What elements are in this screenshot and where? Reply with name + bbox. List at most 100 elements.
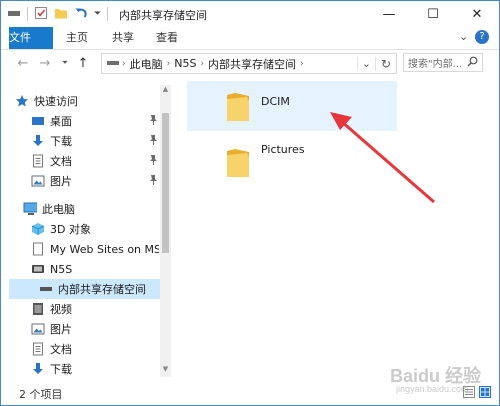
nav-label: 此电脑 bbox=[42, 203, 75, 216]
close-button[interactable]: ✕ bbox=[455, 1, 499, 27]
video-icon bbox=[31, 302, 45, 316]
scroll-up-icon[interactable]: ▲ bbox=[160, 85, 171, 97]
explorer-window: ⏷ 内部共享存储空间 — ☐ ✕ 文件 主页 共享 查看 ⌄ ? ← → ⏷ ↑… bbox=[0, 0, 500, 406]
download-icon bbox=[31, 134, 45, 148]
back-button[interactable]: ← bbox=[15, 54, 31, 72]
forward-button[interactable]: → bbox=[37, 54, 53, 72]
minimize-button[interactable]: — bbox=[367, 1, 411, 27]
refresh-icon[interactable]: ↻ bbox=[374, 56, 396, 71]
arrow-left-icon: ← bbox=[17, 55, 29, 71]
window-title: 内部共享存储空间 bbox=[119, 9, 207, 22]
pin-icon bbox=[148, 115, 157, 128]
nav-quick-access[interactable]: 快速访问 bbox=[15, 91, 171, 111]
phone-icon bbox=[31, 262, 45, 276]
item-count: 2 个项目 bbox=[19, 388, 63, 401]
download-icon bbox=[31, 362, 45, 376]
watermark-url: jingyan.baidu.com bbox=[396, 384, 469, 394]
search-icon bbox=[467, 56, 478, 70]
nav-label: 图片 bbox=[50, 323, 72, 336]
minimize-icon: — bbox=[382, 6, 396, 22]
arrow-right-icon: → bbox=[39, 55, 51, 71]
file-name: DCIM bbox=[261, 95, 290, 108]
file-list: DCIM Pictures bbox=[173, 77, 499, 377]
nav-scrollbar[interactable]: ▲ ▼ bbox=[160, 85, 171, 377]
file-item-dcim[interactable]: DCIM bbox=[187, 81, 397, 131]
desktop-icon bbox=[31, 114, 45, 128]
scroll-thumb[interactable] bbox=[162, 113, 169, 253]
nav-n5s[interactable]: N5S bbox=[31, 259, 159, 279]
nav-label: 文档 bbox=[50, 343, 72, 356]
folder-icon bbox=[225, 147, 251, 182]
picture-icon bbox=[31, 322, 45, 336]
address-row: ← → ⏷ ↑ › 此电脑 › N5S › 内部共享存储空间 › ⌄ ↻ 搜索"… bbox=[1, 50, 499, 76]
nav-pictures-pc[interactable]: 图片 bbox=[31, 319, 159, 339]
scroll-down-icon[interactable]: ▼ bbox=[160, 365, 171, 377]
nav-documents-pc[interactable]: 文档 bbox=[31, 339, 159, 359]
recent-locations-button[interactable]: ⏷ bbox=[57, 54, 73, 72]
nav-videos[interactable]: 视频 bbox=[31, 299, 159, 319]
folder-icon bbox=[225, 91, 251, 126]
quick-access-toolbar: ⏷ bbox=[7, 6, 109, 23]
nav-my-web-sites[interactable]: My Web Sites on MSN bbox=[31, 239, 159, 259]
document-icon bbox=[31, 342, 45, 356]
nav-pictures[interactable]: 图片 bbox=[31, 171, 159, 191]
address-bar[interactable]: › 此电脑 › N5S › 内部共享存储空间 › ⌄ ↻ bbox=[101, 53, 397, 74]
document-icon bbox=[31, 154, 45, 168]
nav-label: My Web Sites on MSN bbox=[50, 242, 159, 256]
ribbon-expand-icon[interactable]: ⌄ bbox=[459, 30, 468, 43]
tab-home[interactable]: 主页 bbox=[61, 27, 93, 49]
nav-label: N5S bbox=[50, 262, 73, 276]
computer-icon bbox=[23, 202, 37, 216]
up-button[interactable]: ↑ bbox=[75, 54, 91, 72]
drive-icon bbox=[107, 57, 119, 70]
nav-downloads-pc[interactable]: 下载 bbox=[31, 359, 159, 377]
nav-label: 快速访问 bbox=[34, 95, 78, 108]
properties-icon[interactable] bbox=[34, 6, 48, 23]
storage-icon bbox=[39, 282, 53, 296]
divider bbox=[107, 7, 109, 21]
search-input[interactable]: 搜索"内部... bbox=[403, 53, 483, 72]
help-icon[interactable]: ? bbox=[475, 30, 489, 44]
cube-icon bbox=[31, 222, 45, 236]
file-item-pictures[interactable]: Pictures bbox=[187, 137, 397, 187]
page-icon bbox=[31, 242, 45, 256]
undo-icon[interactable] bbox=[74, 6, 88, 23]
breadcrumb-internal-storage[interactable]: 内部共享存储空间 bbox=[204, 56, 300, 72]
nav-desktop[interactable]: 桌面 bbox=[31, 111, 159, 131]
pin-icon bbox=[148, 155, 157, 168]
nav-3d-objects[interactable]: 3D 对象 bbox=[31, 219, 159, 239]
nav-label: 图片 bbox=[50, 175, 72, 188]
chevron-down-icon: ⏷ bbox=[61, 58, 69, 67]
new-folder-icon[interactable] bbox=[54, 6, 68, 23]
file-name: Pictures bbox=[261, 143, 305, 156]
nav-label: 3D 对象 bbox=[50, 223, 91, 236]
nav-internal-storage[interactable]: 内部共享存储空间 bbox=[9, 279, 160, 299]
title-bar: ⏷ 内部共享存储空间 — ☐ ✕ bbox=[1, 1, 499, 27]
nav-label: 桌面 bbox=[50, 115, 72, 128]
navigation-pane: 快速访问 桌面 下载 文档 图片 此电脑 3D 对象 My Web Sites … bbox=[1, 85, 171, 377]
nav-downloads[interactable]: 下载 bbox=[31, 131, 159, 151]
maximize-button[interactable]: ☐ bbox=[411, 1, 455, 27]
breadcrumb-n5s[interactable]: N5S bbox=[170, 57, 200, 70]
star-icon bbox=[15, 94, 29, 108]
pin-icon bbox=[148, 175, 157, 188]
tab-share[interactable]: 共享 bbox=[107, 27, 139, 49]
search-placeholder: 搜索"内部... bbox=[408, 59, 463, 70]
watermark: Baidu 经验 jingyan.baidu.com bbox=[376, 356, 496, 400]
picture-icon bbox=[31, 174, 45, 188]
nav-label: 文档 bbox=[50, 155, 72, 168]
nav-label: 下载 bbox=[50, 363, 72, 376]
arrow-up-icon: ↑ bbox=[77, 55, 89, 71]
drive-icon bbox=[7, 8, 21, 21]
customize-qat-icon[interactable]: ⏷ bbox=[94, 9, 101, 19]
tab-file[interactable]: 文件 bbox=[9, 27, 53, 49]
tab-view[interactable]: 查看 bbox=[151, 27, 183, 49]
nav-label: 视频 bbox=[50, 303, 72, 316]
nav-this-pc[interactable]: 此电脑 bbox=[23, 199, 171, 219]
breadcrumb-this-pc[interactable]: 此电脑 bbox=[126, 56, 167, 72]
breadcrumb-separator: › bbox=[300, 58, 304, 69]
address-dropdown-icon[interactable]: ⌄ bbox=[356, 57, 375, 70]
nav-documents[interactable]: 文档 bbox=[31, 151, 159, 171]
ribbon-tabs: 文件 主页 共享 查看 ⌄ ? bbox=[1, 27, 499, 50]
maximize-icon: ☐ bbox=[427, 6, 439, 22]
